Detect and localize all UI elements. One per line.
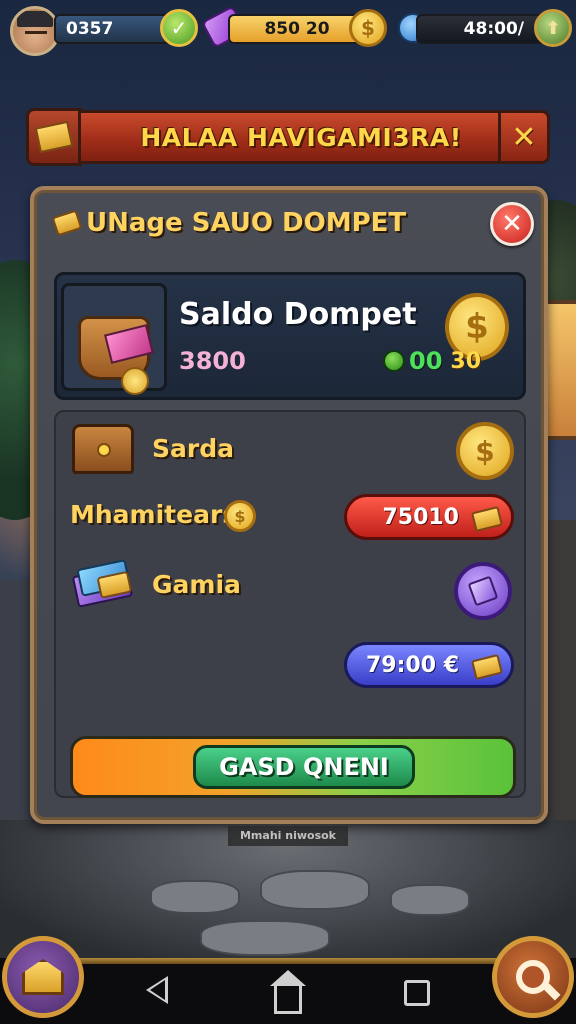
bag: [78, 316, 154, 395]
event-banner: HALAA HAVIGAMI3RA! ✕: [26, 108, 550, 166]
coin-icon[interactable]: $: [349, 9, 387, 47]
gold-bar-icon: [51, 209, 83, 237]
system-nav-bar: [0, 958, 576, 1024]
wallet-list: Sarda $ Mhamitears $ 75010 Gamia 79:00 €…: [54, 410, 526, 798]
chest-glyph: [34, 120, 74, 154]
chips-text: 00: [409, 347, 443, 375]
wallet-bag-icon: [61, 283, 167, 395]
home-nav-icon[interactable]: [270, 970, 306, 1014]
row-label-mhamitears: Mhamitears: [70, 500, 238, 529]
home-button[interactable]: [2, 936, 84, 1018]
gem-circle-icon[interactable]: [454, 562, 512, 620]
gold-bar-icon: [470, 653, 504, 681]
watermark-label: Mmahi niwosok: [228, 826, 348, 846]
back-icon[interactable]: [146, 976, 168, 1004]
gold-coin-icon[interactable]: $: [456, 422, 514, 480]
banner-chest-icon: [26, 108, 82, 166]
wallet-card: Saldo Dompet 3800 $ 00 30: [54, 272, 526, 400]
price-pill-red[interactable]: 75010: [344, 494, 514, 540]
nav-rail: [60, 958, 516, 964]
avatar[interactable]: [10, 6, 60, 56]
stone: [200, 920, 330, 956]
price-value: 75010: [382, 504, 459, 530]
lock: [97, 443, 111, 457]
bag-card: [104, 324, 154, 364]
avatar-hat: [17, 11, 53, 27]
row-label-gamia: Gamia: [152, 570, 241, 599]
recent-apps-icon[interactable]: [404, 980, 430, 1006]
gold-bar-icon: [470, 505, 504, 533]
banner-close-button[interactable]: ✕: [498, 110, 550, 164]
check-icon[interactable]: ✓: [160, 9, 198, 47]
arrow-icon[interactable]: ⬆: [534, 9, 572, 47]
close-icon[interactable]: ✕: [490, 202, 534, 246]
stone: [260, 870, 370, 910]
money-stack-icon: [70, 556, 138, 612]
small-coin-icon: $: [224, 500, 256, 532]
wallet-amount: 3800: [179, 347, 246, 375]
banner-title: HALAA HAVIGAMI3RA!: [140, 122, 462, 152]
price-pill-blue[interactable]: 79:00 €: [344, 642, 514, 688]
bag-coin: [121, 367, 149, 395]
home-icon: [22, 959, 64, 995]
stone: [150, 880, 240, 914]
gem-square: [467, 575, 499, 607]
price-value: 79:00 €: [366, 652, 459, 678]
resource-2-value: 850 20: [228, 14, 366, 44]
resource-bar: 0357 ✓ 850 20 $ 48:00/ ⬆: [6, 4, 572, 56]
panel-header: UNage SAUO DOMPET: [51, 208, 407, 238]
wallet-name: Saldo Dompet: [179, 297, 417, 332]
search-button[interactable]: [492, 936, 574, 1018]
panel-title: UNage SAUO DOMPET: [86, 208, 407, 238]
green-chip-icon: [383, 350, 405, 372]
chest-icon: [72, 424, 134, 474]
wallet-chips: 00 30: [383, 347, 481, 375]
chips-number: 30: [450, 348, 482, 374]
resource-3-value: 48:00/: [416, 14, 552, 44]
confirm-button[interactable]: GASD QNENI: [193, 745, 415, 789]
wallet-panel: UNage SAUO DOMPET ✕ Saldo Dompet 3800 $ …: [30, 186, 548, 824]
stone: [390, 884, 470, 916]
search-icon: [516, 960, 550, 994]
banner-body: HALAA HAVIGAMI3RA!: [78, 110, 524, 164]
avatar-eyes: [25, 31, 47, 36]
row-label-sarda: Sarda: [152, 434, 234, 463]
cta-bar: GASD QNENI: [70, 736, 516, 798]
